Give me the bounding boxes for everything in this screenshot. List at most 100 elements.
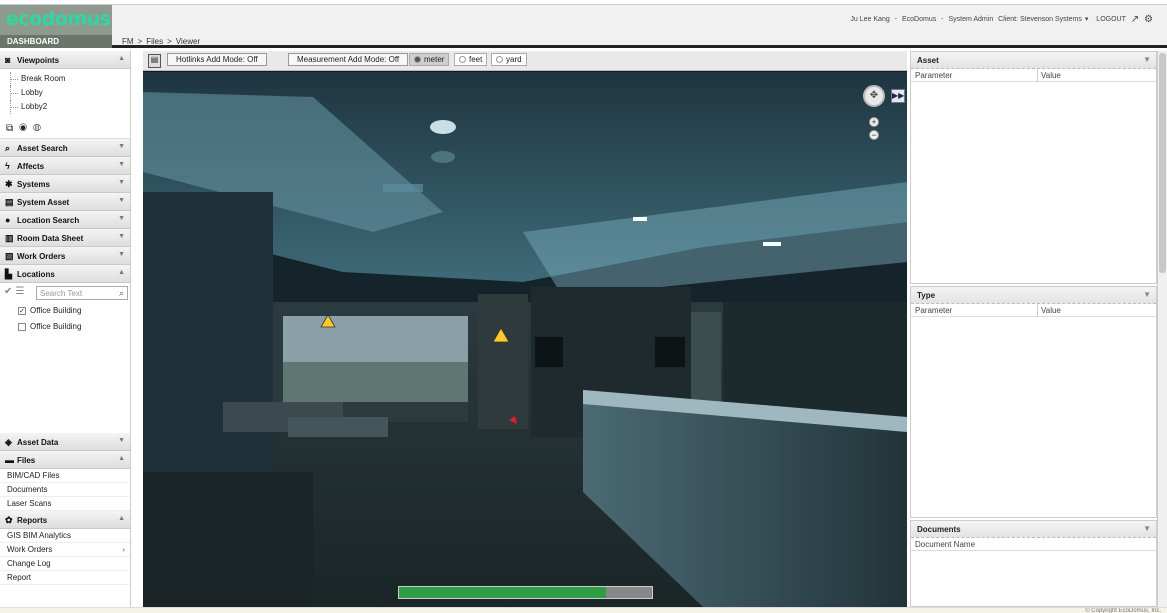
location-search-header[interactable]: ● Location Search ▼ — [0, 211, 130, 229]
zoom-out-icon[interactable]: − — [869, 130, 879, 140]
type-panel: Type ▼ Parameter Value — [910, 286, 1157, 518]
zoom-in-icon[interactable]: + — [869, 117, 879, 127]
expand-icon[interactable]: ▼ — [118, 251, 125, 258]
collapse-icon[interactable]: ▲ — [118, 455, 125, 462]
external-link-icon[interactable]: ↗ — [1131, 14, 1139, 25]
load-progress-bar — [398, 586, 653, 599]
laser-scan-viewer: ▤ Hotlinks Add Mode: Off Measurement Add… — [143, 51, 907, 607]
location-search-input[interactable]: Search Text ⌕ — [36, 286, 128, 300]
section-label: Locations — [17, 270, 55, 279]
navigation-control-icon[interactable]: ✥ — [863, 85, 885, 107]
check-icon[interactable]: ✔ — [4, 286, 12, 297]
location-item[interactable]: Office Building — [0, 319, 130, 335]
list-icon[interactable]: ☰ — [15, 286, 24, 297]
column-header-value[interactable]: Value — [1037, 304, 1061, 317]
reports-item[interactable]: Report — [0, 571, 130, 585]
documents-panel-header[interactable]: Documents ▼ — [911, 521, 1156, 538]
work-orders-header[interactable]: ▧ Work Orders ▼ — [0, 247, 130, 265]
asset-data-header[interactable]: ◈ Asset Data ▼ — [0, 433, 130, 451]
column-header-parameter[interactable]: Parameter — [915, 306, 952, 315]
affects-header[interactable]: ϟ Affects ▼ — [0, 157, 130, 175]
dashboard-link[interactable]: DASHBOARD — [0, 35, 112, 48]
viewpoint-item[interactable]: Lobby2 — [10, 100, 130, 114]
reports-item[interactable]: GIS BIM Analytics — [0, 529, 130, 543]
locations-header[interactable]: ▙ Locations ▲ — [0, 265, 130, 283]
footer: © Copyright EcoDomus, Inc. — [0, 607, 1167, 613]
section-label: Room Data Sheet — [17, 234, 84, 243]
collapse-icon[interactable]: ▼ — [1143, 290, 1151, 299]
user-role: System Admin — [948, 16, 994, 24]
viewpoint-item[interactable]: Break Room — [10, 72, 130, 86]
section-label: Reports — [17, 516, 48, 525]
viewpoints-title: Viewpoints — [17, 56, 60, 65]
collapse-icon[interactable]: ▲ — [118, 515, 125, 522]
logo[interactable]: ecodomus DASHBOARD — [0, 5, 112, 48]
systems-header[interactable]: ✱ Systems ▼ — [0, 175, 130, 193]
camera-delete-icon[interactable]: ◍ — [33, 123, 47, 134]
logout-button[interactable]: LOGOUT — [1096, 16, 1125, 23]
section-label: Files — [17, 456, 36, 465]
unit-label: meter — [424, 55, 445, 64]
checkbox[interactable] — [18, 322, 26, 331]
building-icon: ▙ — [5, 269, 12, 279]
asset-data-icon: ◈ — [5, 437, 12, 447]
expand-icon[interactable]: ▼ — [118, 179, 125, 186]
search-icon[interactable]: ⌕ — [119, 288, 124, 299]
folder-icon: ▬ — [5, 455, 14, 465]
reports-item[interactable]: Work Orders › — [0, 543, 130, 557]
breadcrumb-files[interactable]: Files — [146, 37, 163, 46]
gear-icon[interactable]: ⚙ — [1144, 14, 1153, 25]
chevron-right-icon[interactable]: › — [122, 543, 125, 557]
section-label: Affects — [17, 162, 45, 171]
hotlinks-mode-button[interactable]: Hotlinks Add Mode: Off — [167, 53, 267, 66]
expand-icon[interactable]: ▼ — [118, 161, 125, 168]
asset-panel-header[interactable]: Asset ▼ — [911, 52, 1156, 69]
breadcrumb-fm[interactable]: FM — [122, 37, 134, 46]
camera-icon[interactable]: ◉ — [19, 123, 33, 134]
collapse-icon[interactable]: ▲ — [118, 55, 125, 62]
asset-search-header[interactable]: ⌕ Asset Search ▼ — [0, 139, 130, 157]
location-item[interactable]: ✓ Office Building — [0, 303, 130, 319]
scrollbar-thumb[interactable] — [1159, 53, 1166, 273]
column-header-document-name[interactable]: Document Name — [915, 540, 975, 549]
sidebar: ◙ Viewpoints ▲ Break Room Lobby Lobby2 ⧉◉◍… — [0, 51, 131, 607]
system-asset-header[interactable]: ▤ System Asset ▼ — [0, 193, 130, 211]
files-header[interactable]: ▬ Files ▲ — [0, 451, 130, 469]
checkbox-checked[interactable]: ✓ — [18, 306, 26, 315]
unit-feet-radio[interactable]: feet — [454, 53, 488, 66]
unit-yard-radio[interactable]: yard — [491, 53, 527, 66]
viewer-toolbar: ▤ Hotlinks Add Mode: Off Measurement Add… — [143, 51, 907, 71]
client-selector[interactable]: Client: Stevenson Systems — [998, 16, 1082, 23]
expand-icon[interactable]: ▼ — [118, 197, 125, 204]
page-scrollbar[interactable] — [1157, 51, 1167, 607]
reports-item[interactable]: Change Log — [0, 557, 130, 571]
user-name: Ju Lee Kang — [850, 16, 890, 24]
room-data-sheet-header[interactable]: ▥ Room Data Sheet ▼ — [0, 229, 130, 247]
measurement-mode-button[interactable]: Measurement Add Mode: Off — [288, 53, 409, 66]
column-header-value[interactable]: Value — [1037, 69, 1061, 82]
files-item[interactable]: Documents — [0, 483, 130, 497]
files-item[interactable]: BIM/CAD Files — [0, 469, 130, 483]
collapse-icon[interactable]: ▼ — [1143, 55, 1151, 64]
fast-forward-icon[interactable]: ▶▶ — [891, 89, 905, 103]
chevron-down-icon[interactable]: ▾ — [1085, 16, 1089, 23]
collapse-icon[interactable]: ▲ — [118, 269, 125, 276]
column-header-parameter[interactable]: Parameter — [915, 71, 952, 80]
camera-add-icon[interactable]: ⧉ — [6, 123, 19, 134]
viewpoint-item[interactable]: Lobby — [10, 86, 130, 100]
unit-meter-radio[interactable]: meter — [409, 53, 450, 66]
expand-icon[interactable]: ▼ — [118, 233, 125, 240]
section-label: System Asset — [17, 198, 70, 207]
expand-icon[interactable]: ▼ — [118, 143, 125, 150]
expand-icon[interactable]: ▼ — [118, 215, 125, 222]
expand-icon[interactable]: ▼ — [118, 437, 125, 444]
files-item[interactable]: Laser Scans — [0, 497, 130, 511]
type-panel-header[interactable]: Type ▼ — [911, 287, 1156, 304]
reports-header[interactable]: ✿ Reports ▲ — [0, 511, 130, 529]
panel-toggle-icon[interactable]: ▤ — [148, 54, 161, 68]
viewpoints-header[interactable]: ◙ Viewpoints ▲ — [0, 51, 130, 69]
panorama-scene[interactable] — [143, 72, 907, 607]
panel-title: Documents — [917, 525, 961, 534]
collapse-icon[interactable]: ▼ — [1143, 524, 1151, 533]
